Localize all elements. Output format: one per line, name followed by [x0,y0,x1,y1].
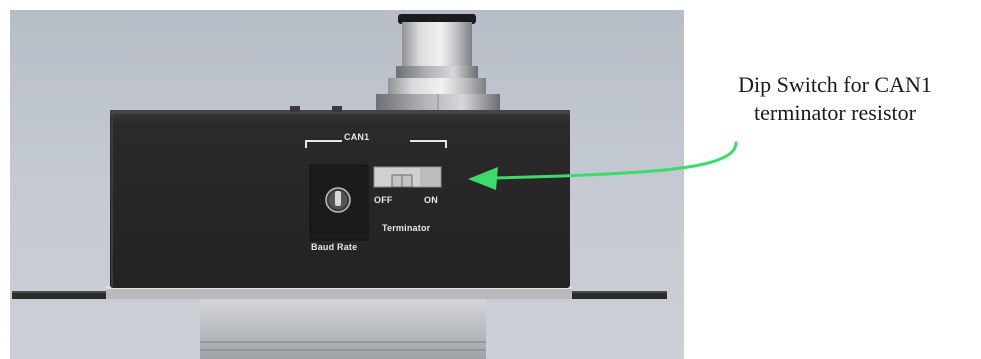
figure: CAN1 OFF ON Terminator Baud Rate Dip Swi… [0,0,981,359]
callout-text: Dip Switch for CAN1 terminator resistor [695,71,975,127]
arrowhead-icon [468,167,498,190]
callout-line-2: terminator resistor [754,100,916,125]
callout-line-1: Dip Switch for CAN1 [738,72,932,97]
callout-arrow [468,141,738,190]
